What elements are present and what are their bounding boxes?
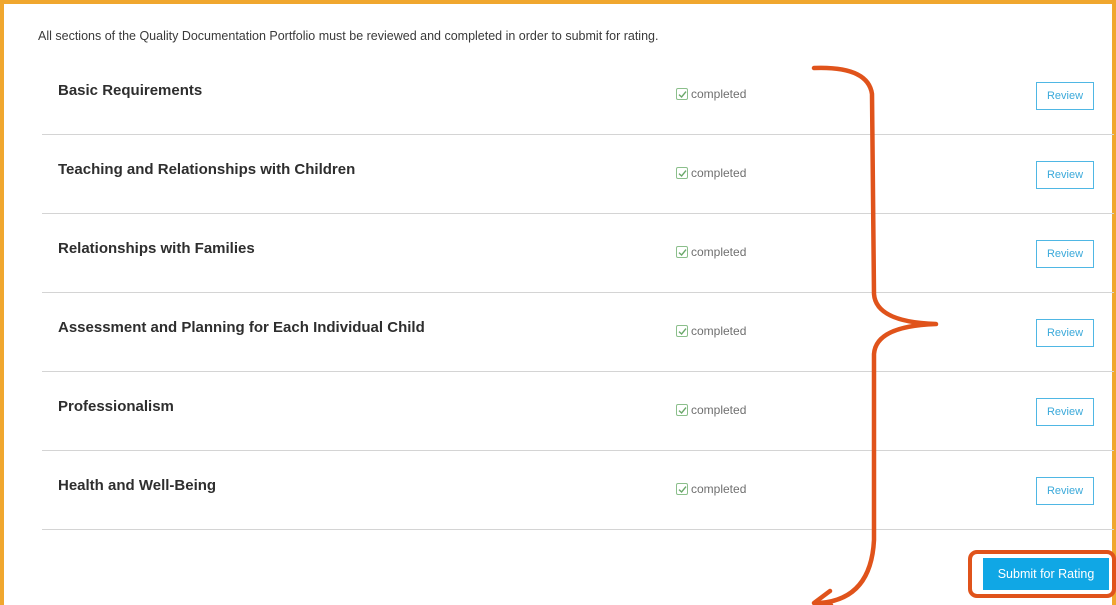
review-button[interactable]: Review	[1036, 240, 1094, 268]
status-indicator: completed	[676, 481, 746, 497]
status-label: completed	[691, 403, 747, 417]
checkbox-check-icon	[676, 167, 688, 179]
section-title: Relationships with Families	[58, 240, 255, 257]
section-row-health-wellbeing: Health and Well-Being completed Review	[42, 451, 1114, 530]
section-row-professionalism: Professionalism completed Review	[42, 372, 1114, 451]
status-label: completed	[691, 324, 747, 338]
section-title: Health and Well-Being	[58, 477, 217, 494]
review-button[interactable]: Review	[1036, 477, 1094, 505]
review-button[interactable]: Review	[1036, 319, 1094, 347]
status-indicator: completed	[676, 323, 746, 339]
section-row-assessment-planning: Assessment and Planning for Each Individ…	[42, 293, 1114, 372]
checkbox-check-icon	[676, 404, 688, 416]
section-list: Basic Requirements completed Review Teac…	[42, 56, 1114, 530]
status-indicator: completed	[676, 165, 746, 181]
section-title: Professionalism	[58, 398, 174, 415]
checkbox-check-icon	[676, 88, 688, 100]
portfolio-panel: All sections of the Quality Documentatio…	[0, 0, 1116, 605]
section-row-relationships-families: Relationships with Families completed Re…	[42, 214, 1114, 293]
review-button[interactable]: Review	[1036, 398, 1094, 426]
status-label: completed	[691, 482, 747, 496]
status-indicator: completed	[676, 86, 746, 102]
section-row-basic-requirements: Basic Requirements completed Review	[42, 56, 1114, 135]
status-label: completed	[691, 87, 747, 101]
section-title: Assessment and Planning for Each Individ…	[58, 319, 425, 336]
instructions-text: All sections of the Quality Documentatio…	[38, 29, 659, 43]
status-indicator: completed	[676, 402, 746, 418]
checkbox-check-icon	[676, 325, 688, 337]
review-button[interactable]: Review	[1036, 161, 1094, 189]
review-button[interactable]: Review	[1036, 82, 1094, 110]
status-indicator: completed	[676, 244, 746, 260]
section-title: Basic Requirements	[58, 82, 203, 99]
submit-for-rating-button[interactable]: Submit for Rating	[983, 558, 1109, 590]
section-row-teaching-relationships: Teaching and Relationships with Children…	[42, 135, 1114, 214]
checkbox-check-icon	[676, 246, 688, 258]
status-label: completed	[691, 166, 747, 180]
checkbox-check-icon	[676, 483, 688, 495]
status-label: completed	[691, 245, 747, 259]
section-title: Teaching and Relationships with Children	[58, 161, 356, 178]
